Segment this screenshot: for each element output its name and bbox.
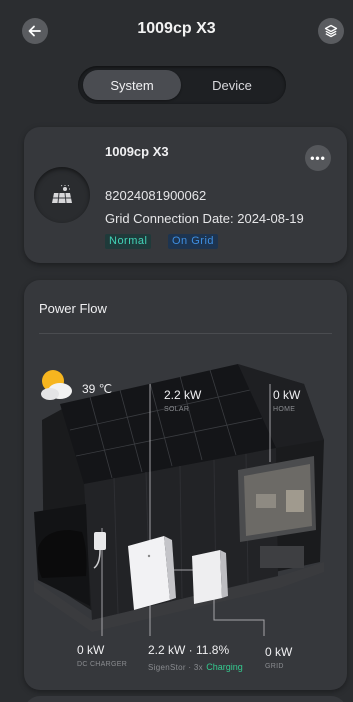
grid-power-value[interactable]: 0 kW [265,645,292,659]
power-flow-card: Power Flow 39 ℃ 2.2 kW SOLAR 0 kW HOME 0… [24,280,347,690]
battery-status-line: SigenStor · 3x Charging [148,659,243,673]
battery-power-value[interactable]: 2.2 kW · 11.8% [148,643,229,657]
battery-charging-status: Charging [206,662,243,672]
dc-charger-device [94,532,106,550]
grid-connection-date: Grid Connection Date: 2024-08-19 [105,211,304,226]
partly-cloudy-icon [41,370,72,400]
dc-charger-power-value[interactable]: 0 kW [77,643,104,657]
more-options-button[interactable]: ••• [305,145,331,171]
home-label: HOME [273,406,296,413]
battery-label: SigenStor · 3x [148,663,203,672]
grid-status-badge: On Grid [168,234,219,249]
page-title: 1009cp X3 [137,20,216,37]
layers-button[interactable] [318,18,344,44]
solar-power-value[interactable]: 2.2 kW [164,388,201,402]
weather-temperature: 39 ℃ [82,382,113,396]
next-card-stub [24,696,347,702]
home-power-value[interactable]: 0 kW [273,388,300,402]
layers-icon [324,24,338,38]
house-illustration [34,364,324,636]
solar-label: SOLAR [164,406,190,413]
status-badge: Normal [105,234,152,249]
more-icon: ••• [310,151,326,165]
view-segmented-control: System Device [78,66,286,104]
system-avatar [34,167,90,223]
system-name: 1009cp X3 [105,144,169,159]
solar-panel-icon [52,185,72,204]
system-info-card[interactable]: 1009cp X3 ••• 82024081900062 Grid Connec… [24,127,347,263]
dc-charger-label: DC CHARGER [77,661,128,668]
grid-label: GRID [265,663,284,670]
system-serial-number: 82024081900062 [105,188,207,203]
top-bar: 1009cp X3 [0,0,353,58]
tab-system[interactable]: System [83,70,181,100]
tab-device[interactable]: Device [183,70,281,100]
